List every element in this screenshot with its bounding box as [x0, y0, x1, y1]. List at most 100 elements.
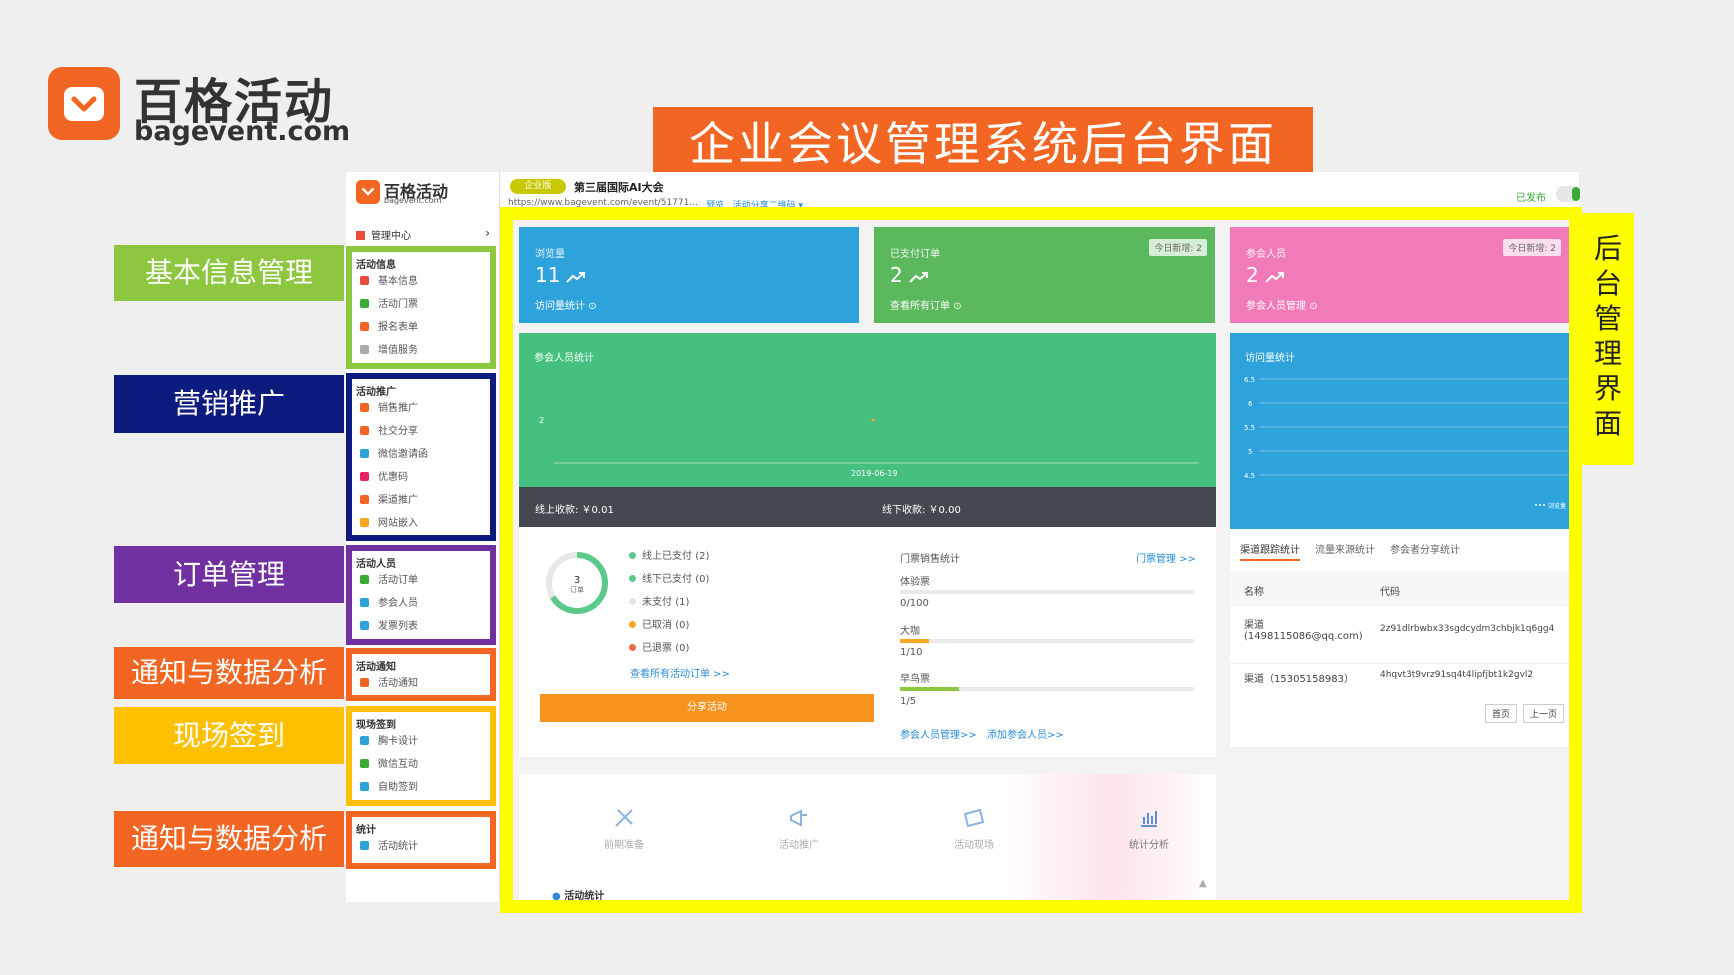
nav-item-notify[interactable]: 活动通知: [352, 672, 490, 695]
table-row: 渠道（15305158983） 4hqvt3t9vrz91sq4t4lipfjb…: [1230, 663, 1569, 689]
first-page-button[interactable]: 首页: [1485, 704, 1518, 723]
status-label: 已取消: [642, 620, 672, 631]
scroll-up-icon[interactable]: ▲: [1199, 878, 1207, 889]
nav-item-sales-promo[interactable]: 销售推广: [352, 397, 490, 420]
trend-up-icon: [566, 272, 586, 283]
nav-section-checkin: 现场签到 胸卡设计 微信互动 自助签到: [346, 706, 496, 806]
ticket-progress: [900, 590, 1194, 594]
tab-traffic-source[interactable]: 流量来源统计: [1315, 541, 1375, 556]
stat-number: 11: [535, 263, 561, 287]
status-dot: [629, 644, 636, 651]
y-tick-label: 5.5: [1244, 424, 1255, 432]
arrow-circle-icon: ⊙: [1309, 301, 1318, 312]
nav-item-coupon[interactable]: 优惠码: [352, 466, 490, 489]
service-icon: [360, 345, 369, 354]
stat-link[interactable]: 参会人员管理 ⊙: [1246, 297, 1318, 312]
tab-attendee-share[interactable]: 参会者分享统计: [1390, 541, 1460, 556]
megaphone-icon: [790, 809, 807, 827]
trend-up-icon: [909, 272, 928, 283]
step-analytics[interactable]: 统计分析: [1104, 806, 1194, 851]
step-promote[interactable]: 活动推广: [754, 806, 844, 851]
steps-panel: 前期准备 活动推广 活动现场 统计分析 ● 活动统计 ▲: [519, 774, 1216, 902]
status-count: (0): [675, 620, 690, 631]
step-label: 活动推广: [779, 840, 819, 851]
nav-section-promotion: 活动推广 销售推广 社交分享 微信邀请函 优惠码 渠道推广 网站嵌入: [346, 373, 496, 541]
form-icon: [360, 322, 369, 331]
stat-link[interactable]: 查看所有订单 ⊙: [890, 297, 962, 312]
view-all-orders-link[interactable]: 查看所有活动订单 >>: [630, 665, 730, 680]
channel-name-sub: (1498115086@qq.com): [1244, 631, 1363, 642]
nav-item-social-share[interactable]: 社交分享: [352, 420, 490, 443]
vertical-label-text: 后台管理界面: [1593, 232, 1622, 440]
trend-up-icon: [1265, 272, 1284, 283]
step-label: 前期准备: [604, 840, 644, 851]
app-logo-icon: [356, 180, 380, 204]
ticket-progress-fill: [900, 687, 959, 691]
nav-item-orders[interactable]: 活动订单: [352, 569, 490, 592]
nav-item-basic-info[interactable]: 基本信息: [352, 270, 490, 293]
attendee-manage-link[interactable]: 参会人员管理>>: [900, 726, 977, 741]
nav-item-invoices[interactable]: 发票列表: [352, 615, 490, 638]
orders-total: 3: [574, 575, 580, 586]
label-notify-analytics-1: 通知与数据分析: [114, 647, 344, 699]
status-dot: [629, 621, 636, 628]
mgmt-center-link[interactable]: 管理中心 ›: [356, 226, 490, 242]
chevron-right-icon: ›: [485, 226, 490, 240]
nav-item-event-stats[interactable]: 活动统计: [352, 835, 490, 858]
app-logo-domain: bagevent.com: [384, 196, 442, 205]
ticket-icon: [360, 299, 369, 308]
online-revenue: 线上收款: ￥0.01: [535, 505, 614, 516]
mgmt-center-label: 管理中心: [371, 231, 411, 242]
share-icon: [360, 403, 369, 412]
nav-section-title: 现场签到: [356, 720, 396, 731]
nav-item-label: 社交分享: [378, 426, 418, 437]
stat-link-label: 访问量统计: [535, 301, 585, 312]
ticket-name: 早鸟票: [900, 674, 930, 685]
stat-link[interactable]: 访问量统计 ⊙: [535, 297, 597, 312]
prev-page-button[interactable]: 上一页: [1523, 704, 1565, 723]
invoice-icon: [360, 621, 369, 630]
status-dot: [629, 552, 636, 559]
stat-label: 参会人员: [1246, 249, 1286, 260]
nav-item-label: 网站嵌入: [378, 518, 418, 529]
nav-item-label: 活动统计: [378, 841, 418, 852]
attendee-chart-plot: 2 2019-06-19: [539, 416, 1199, 478]
tab-channel-tracking[interactable]: 渠道跟踪统计: [1240, 541, 1300, 561]
x-tick-label: 2019-06-19: [851, 469, 898, 478]
nav-item-channel[interactable]: 渠道推广: [352, 489, 490, 512]
embed-icon: [360, 518, 369, 527]
stat-card-views: 浏览量 11 访问量统计 ⊙: [519, 227, 859, 323]
list-item: 未支付 (1): [629, 591, 849, 614]
vertical-label: 后台管理界面: [1582, 213, 1634, 465]
nav-item-wechat-interact[interactable]: 微信互动: [352, 753, 490, 776]
nav-item-self-checkin[interactable]: 自助签到: [352, 776, 490, 799]
nav-item-label: 报名表单: [378, 322, 418, 333]
footer-title: ● 活动统计: [552, 887, 604, 902]
bar-chart-icon: [1141, 811, 1157, 827]
stat-value: 2: [890, 263, 929, 287]
add-attendee-link[interactable]: 添加参会人员>>: [987, 726, 1064, 741]
nav-item-tickets[interactable]: 活动门票: [352, 293, 490, 316]
invite-icon: [360, 449, 369, 458]
step-prepare[interactable]: 前期准备: [579, 806, 669, 851]
revenue-bar: 线上收款: ￥0.01 线下收款: ￥0.00: [519, 487, 1216, 527]
ticket-manage-link[interactable]: 门票管理 >>: [1136, 550, 1196, 565]
stat-value: 11: [535, 263, 586, 287]
nav-item-label: 参会人员: [378, 598, 418, 609]
channel-tabs: 渠道跟踪统计 流量来源统计 参会者分享统计: [1240, 541, 1560, 561]
nav-item-participants[interactable]: 参会人员: [352, 592, 490, 615]
publish-toggle[interactable]: [1556, 186, 1580, 202]
nav-item-value-added[interactable]: 增值服务: [352, 339, 490, 362]
nav-item-label: 销售推广: [378, 403, 418, 414]
nav-item-embed[interactable]: 网站嵌入: [352, 512, 490, 535]
nav-item-badge-design[interactable]: 胸卡设计: [352, 730, 490, 753]
nav-item-label: 活动订单: [378, 575, 418, 586]
table-header: 名称 代码: [1230, 571, 1569, 607]
share-event-button[interactable]: 分享活动: [540, 694, 874, 722]
nav-item-wechat-invite[interactable]: 微信邀请函: [352, 443, 490, 466]
nav-item-reg-form[interactable]: 报名表单: [352, 316, 490, 339]
step-onsite[interactable]: 活动现场: [929, 806, 1019, 851]
arrow-circle-icon: ⊙: [953, 301, 962, 312]
y-tick-label: 6.5: [1244, 376, 1255, 384]
orders-unit: 订单: [570, 585, 584, 594]
